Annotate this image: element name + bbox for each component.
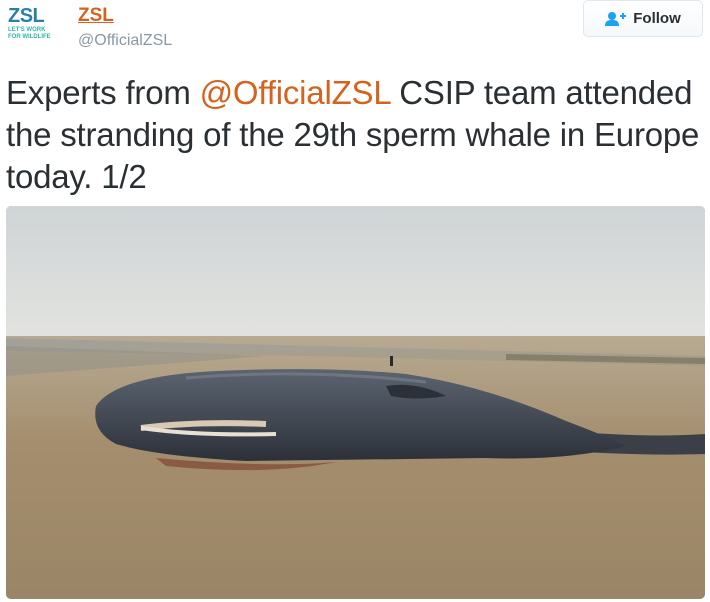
add-user-icon <box>605 11 627 27</box>
follow-button-label: Follow <box>633 10 681 27</box>
tweet-text: Experts from @OfficialZSL CSIP team atte… <box>6 72 706 198</box>
avatar[interactable]: ZSL LET'S WORK FOR WILDLIFE <box>8 6 64 46</box>
mention-link[interactable]: @OfficialZSL <box>200 74 391 111</box>
tweet-text-before: Experts from <box>6 74 200 111</box>
tweet-photo[interactable] <box>6 206 705 599</box>
logo-tagline-2: FOR WILDLIFE <box>8 34 51 40</box>
user-handle[interactable]: @OfficialZSL <box>78 32 172 50</box>
logo-text: ZSL <box>8 5 45 27</box>
follow-button[interactable]: Follow <box>583 0 703 37</box>
logo-tagline-1: LET'S WORK <box>8 27 46 33</box>
tweet-header: ZSL LET'S WORK FOR WILDLIFE ZSL @Officia… <box>0 0 710 60</box>
display-name[interactable]: ZSL <box>78 5 114 27</box>
whale-photo-image <box>6 206 705 599</box>
